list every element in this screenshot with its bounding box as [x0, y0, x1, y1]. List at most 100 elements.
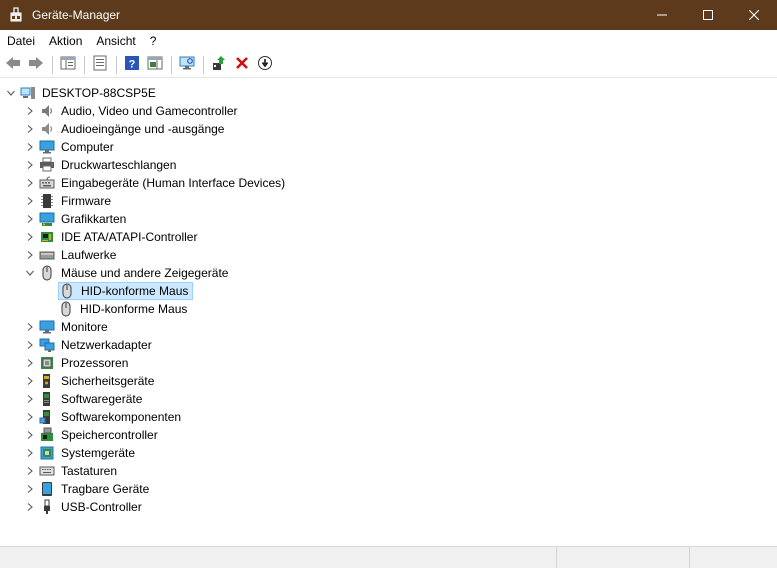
tree-item-content[interactable]: DESKTOP-88CSP5E — [20, 84, 160, 102]
chevron-right-icon[interactable] — [24, 444, 36, 462]
tree-category-computer[interactable]: Computer — [24, 138, 118, 156]
tree-category-firmware[interactable]: Firmware — [24, 192, 115, 210]
tree-item-content[interactable]: Monitore — [39, 318, 112, 336]
update-driver-icon — [211, 55, 227, 74]
tree-item-content[interactable]: HID-konforme Maus — [58, 282, 194, 300]
disable-device-button[interactable] — [254, 54, 276, 76]
tree-item-content[interactable]: HID-konforme Maus — [58, 300, 191, 318]
help-icon: ? — [124, 55, 140, 74]
tree-item-content[interactable]: Audio, Video und Gamecontroller — [39, 102, 242, 120]
tree-category-prozessoren[interactable]: Prozessoren — [24, 354, 132, 372]
uninstall-device-button[interactable] — [231, 54, 253, 76]
chevron-right-icon[interactable] — [24, 372, 36, 390]
tree-category-tragbare-gerate[interactable]: Tragbare Geräte — [24, 480, 153, 498]
tree-device-hid-konforme-maus[interactable]: HID-konforme Maus — [43, 300, 191, 318]
chevron-right-icon[interactable] — [24, 354, 36, 372]
computer-icon — [39, 139, 55, 155]
ide-controller-icon — [39, 229, 55, 245]
update-driver-button[interactable] — [208, 54, 230, 76]
tree-category-softwaregerate[interactable]: Softwaregeräte — [24, 390, 146, 408]
tree-item-content[interactable]: Prozessoren — [39, 354, 132, 372]
chevron-right-icon[interactable] — [24, 318, 36, 336]
minimize-button[interactable] — [639, 0, 685, 30]
tree-category-softwarekomponenten[interactable]: Softwarekomponenten — [24, 408, 185, 426]
tree-item-label: Prozessoren — [61, 356, 129, 370]
tree-item-content[interactable]: Audioeingänge und -ausgänge — [39, 120, 228, 138]
tree-item-content[interactable]: Sicherheitsgeräte — [39, 372, 158, 390]
tree-category-laufwerke[interactable]: Laufwerke — [24, 246, 120, 264]
software-component-icon — [39, 409, 55, 425]
tree-category-eingabegerate-human-interface-devices[interactable]: Eingabegeräte (Human Interface Devices) — [24, 174, 289, 192]
chevron-right-icon[interactable] — [24, 174, 36, 192]
tree-item-content[interactable]: Eingabegeräte (Human Interface Devices) — [39, 174, 289, 192]
tree-category-systemgerate[interactable]: Systemgeräte — [24, 444, 139, 462]
tree-item-content[interactable]: Mäuse und andere Zeigegeräte — [39, 264, 232, 282]
tree-item-content[interactable]: Softwarekomponenten — [39, 408, 185, 426]
tree-item-content[interactable]: Firmware — [39, 192, 115, 210]
chevron-right-icon[interactable] — [24, 336, 36, 354]
tree-category-audioeingange-und-ausgange[interactable]: Audioeingänge und -ausgänge — [24, 120, 228, 138]
menu-datei[interactable]: Datei — [0, 30, 42, 52]
tree-item-content[interactable]: Computer — [39, 138, 118, 156]
tree-item-content[interactable]: Netzwerkadapter — [39, 336, 156, 354]
tree-item-content[interactable]: Laufwerke — [39, 246, 120, 264]
tree-item-label: Audioeingänge und -ausgänge — [61, 122, 225, 136]
tree-category-monitore[interactable]: Monitore — [24, 318, 112, 336]
chevron-right-icon[interactable] — [24, 462, 36, 480]
tree-item-content[interactable]: USB-Controller — [39, 498, 146, 516]
properties-button[interactable] — [89, 54, 111, 76]
tree-category-sicherheitsgerate[interactable]: Sicherheitsgeräte — [24, 372, 158, 390]
chevron-right-icon[interactable] — [24, 210, 36, 228]
chevron-right-icon[interactable] — [24, 498, 36, 516]
tree-item-content[interactable]: IDE ATA/ATAPI-Controller — [39, 228, 201, 246]
tree-category-ide-ata-atapi-controller[interactable]: IDE ATA/ATAPI-Controller — [24, 228, 201, 246]
menu-ansicht[interactable]: Ansicht — [89, 30, 142, 52]
close-button[interactable] — [731, 0, 777, 30]
forward-button[interactable] — [25, 54, 47, 76]
maximize-button[interactable] — [685, 0, 731, 30]
tree-item-content[interactable]: Tastaturen — [39, 462, 121, 480]
tree-item-content[interactable]: Speichercontroller — [39, 426, 162, 444]
chevron-down-icon[interactable] — [24, 264, 36, 282]
tree-category-druckwarteschlangen[interactable]: Druckwarteschlangen — [24, 156, 180, 174]
tree-category-netzwerkadapter[interactable]: Netzwerkadapter — [24, 336, 156, 354]
menu-aktion[interactable]: Aktion — [42, 30, 89, 52]
action-pane-button[interactable] — [144, 54, 166, 76]
menu-help[interactable]: ? — [143, 30, 164, 52]
tree-item-label: Firmware — [61, 194, 111, 208]
chevron-right-icon[interactable] — [24, 102, 36, 120]
tree-device-hid-konforme-maus[interactable]: HID-konforme Maus — [43, 282, 194, 300]
tree-item-content[interactable]: Softwaregeräte — [39, 390, 146, 408]
chevron-right-icon[interactable] — [24, 228, 36, 246]
audio-video-icon — [39, 103, 55, 119]
tree-category-usb-controller[interactable]: USB-Controller — [24, 498, 146, 516]
chevron-right-icon[interactable] — [24, 480, 36, 498]
tree-item-content[interactable]: Grafikkarten — [39, 210, 130, 228]
chevron-right-icon[interactable] — [24, 390, 36, 408]
chevron-right-icon[interactable] — [24, 120, 36, 138]
tree-item-label: DESKTOP-88CSP5E — [42, 86, 156, 100]
tree-root-computer[interactable]: DESKTOP-88CSP5E — [5, 84, 160, 102]
chevron-right-icon[interactable] — [24, 426, 36, 444]
help-button[interactable]: ? — [121, 54, 143, 76]
tree-category-speichercontroller[interactable]: Speichercontroller — [24, 426, 162, 444]
scan-hardware-button[interactable] — [176, 54, 198, 76]
svg-text:?: ? — [129, 59, 136, 71]
tree-category-grafikkarten[interactable]: Grafikkarten — [24, 210, 130, 228]
chevron-right-icon[interactable] — [24, 192, 36, 210]
tree-category-audio-video-und-gamecontroller[interactable]: Audio, Video und Gamecontroller — [24, 102, 242, 120]
chevron-right-icon[interactable] — [24, 246, 36, 264]
tree-category-mause-und-andere-zeigegerate[interactable]: Mäuse und andere Zeigegeräte — [24, 264, 232, 282]
tree-item-content[interactable]: Druckwarteschlangen — [39, 156, 180, 174]
chevron-right-icon[interactable] — [24, 138, 36, 156]
chevron-right-icon[interactable] — [24, 408, 36, 426]
console-tree-button[interactable] — [57, 54, 79, 76]
tree-item-content[interactable]: Systemgeräte — [39, 444, 139, 462]
back-button[interactable] — [2, 54, 24, 76]
chevron-right-icon[interactable] — [24, 156, 36, 174]
tree-item-label: Grafikkarten — [61, 212, 127, 226]
chevron-down-icon[interactable] — [5, 84, 17, 102]
tree-category-tastaturen[interactable]: Tastaturen — [24, 462, 121, 480]
tree-item-content[interactable]: Tragbare Geräte — [39, 480, 153, 498]
